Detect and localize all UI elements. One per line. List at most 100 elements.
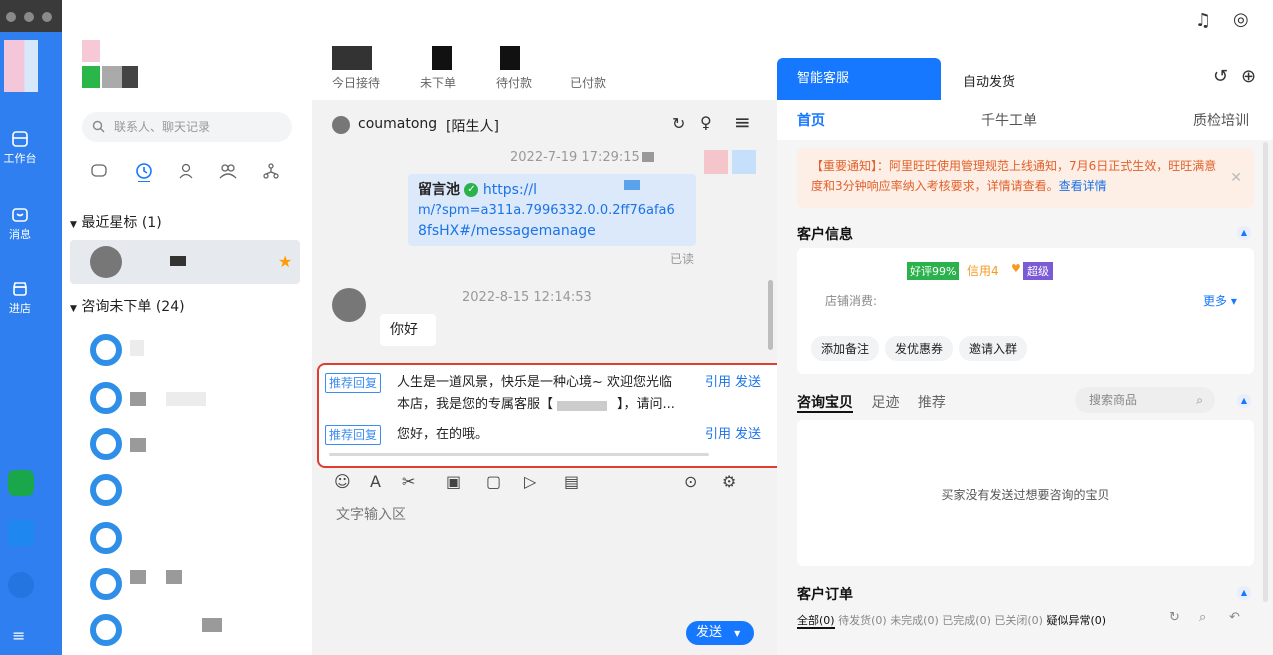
close-icon[interactable]: ✕	[1230, 168, 1242, 188]
collapse-icon[interactable]: ▲	[1237, 394, 1251, 408]
group-unordered[interactable]: ▼ 咨询未下单 (24)	[70, 296, 185, 316]
invite-group-button[interactable]: 邀请入群	[959, 336, 1028, 361]
caret-down-icon[interactable]: ▼	[734, 629, 740, 638]
contact-avatar-icon[interactable]	[90, 474, 122, 506]
store-icon	[12, 282, 28, 296]
message-link[interactable]: 8fsHX#/messagemanage	[418, 223, 596, 239]
order-filter[interactable]: 未完成(0)	[890, 614, 939, 627]
notice-link[interactable]: 查看详情	[1059, 179, 1107, 193]
redacted-name	[202, 618, 222, 632]
person-icon[interactable]	[178, 162, 196, 184]
tab-recommend[interactable]: 推荐	[918, 395, 946, 411]
collapse-icon[interactable]: ▲	[1237, 226, 1251, 240]
tab-smart-service[interactable]: 智能客服	[777, 58, 941, 100]
group-icon[interactable]	[218, 162, 238, 184]
contact-avatar-icon[interactable]	[90, 568, 122, 600]
subtab-qa-training[interactable]: 质检培训	[1193, 110, 1249, 130]
order-filter[interactable]: 已完成(0)	[942, 614, 991, 627]
message-link[interactable]: m/?spm=a311a.7996332.0.0.2ff76afa6	[418, 203, 675, 218]
settings-icon[interactable]: ◎	[1233, 9, 1249, 30]
shop-logo-block	[82, 66, 100, 88]
quote-button[interactable]: 引用	[705, 373, 731, 393]
search-icon[interactable]: ⌕	[1199, 610, 1206, 625]
tab-auto-delivery[interactable]: 自动发货	[963, 71, 1015, 90]
menu-icon[interactable]: ≡	[734, 110, 751, 134]
tab-consult-products[interactable]: 咨询宝贝	[797, 395, 853, 413]
contact-avatar-icon[interactable]	[90, 522, 122, 554]
message-link[interactable]: https://l	[483, 182, 537, 198]
rail-label: 进店	[9, 302, 31, 315]
message-input[interactable]: 文字输入区	[336, 504, 406, 524]
chat-scrollbar[interactable]	[768, 280, 773, 350]
subtab-home[interactable]: 首页	[797, 110, 825, 130]
redacted	[624, 180, 640, 190]
send-reply-button[interactable]: 发送	[735, 373, 761, 393]
video-icon[interactable]: ▷	[524, 472, 536, 491]
add-circle-icon[interactable]: ⊕	[1241, 66, 1256, 87]
chat-bubble-icon[interactable]	[90, 162, 108, 184]
redacted-avatar	[704, 150, 728, 174]
order-filter[interactable]: 已关闭(0)	[994, 614, 1043, 627]
user-avatar[interactable]	[4, 40, 38, 92]
collapse-icon[interactable]: ▲	[1237, 586, 1251, 600]
send-reply-button[interactable]: 发送	[735, 425, 761, 445]
rail-item-store[interactable]: 进店	[0, 280, 40, 316]
star-icon[interactable]: ★	[278, 252, 292, 271]
verified-icon: ✓	[464, 183, 479, 197]
refresh-icon[interactable]: ↺	[1213, 66, 1228, 87]
search-placeholder: 联系人、聊天记录	[114, 120, 211, 134]
contact-item-active[interactable]: ★	[70, 240, 300, 284]
history-icon[interactable]: ↻	[672, 114, 685, 133]
quote-button[interactable]: 引用	[705, 425, 731, 445]
order-filter[interactable]: 全部(0)	[797, 614, 835, 629]
product-search-input[interactable]: 搜索商品 ⌕	[1075, 387, 1215, 413]
image-icon[interactable]: ▣	[446, 472, 461, 491]
menu-icon[interactable]: ≡	[12, 626, 25, 645]
refresh-icon[interactable]: ↻	[1169, 610, 1180, 625]
customer-actions: 添加备注 发优惠券 邀请入群	[811, 336, 1033, 361]
font-icon[interactable]: A	[370, 472, 381, 491]
file-icon[interactable]: ▢	[486, 472, 501, 491]
order-filter[interactable]: 待发货(0)	[838, 614, 887, 627]
emoji-icon[interactable]: ☺	[334, 472, 351, 491]
close-window-button[interactable]	[6, 12, 16, 22]
contact-avatar-icon[interactable]	[90, 382, 122, 414]
contact-search-input[interactable]: 联系人、聊天记录	[82, 112, 292, 142]
customer-orders-title: 客户订单	[797, 587, 853, 603]
contact-avatar-icon[interactable]	[90, 334, 122, 366]
headset-icon[interactable]: ♫	[1195, 10, 1211, 31]
person-icon[interactable]: ♀	[700, 113, 712, 132]
clipboard-icon[interactable]: ▤	[564, 472, 579, 491]
add-note-button[interactable]: 添加备注	[811, 336, 880, 361]
compass-icon[interactable]	[8, 572, 34, 598]
rail-item-messages[interactable]: 消息	[0, 206, 40, 242]
history-icon[interactable]: ↶	[1229, 610, 1240, 625]
contact-avatar-icon[interactable]	[90, 428, 122, 460]
stat-awaiting-payment: 待付款	[496, 76, 533, 90]
recommended-reply[interactable]: 推荐回复 您好，在的哦。 引用 发送	[325, 425, 785, 447]
subtab-tickets[interactable]: 千牛工单	[981, 110, 1037, 130]
zoom-window-button[interactable]	[42, 12, 52, 22]
scissors-icon[interactable]: ✂	[402, 472, 415, 491]
heart-icon: ♥	[1011, 262, 1021, 275]
recommended-reply[interactable]: 推荐回复 人生是一道风景，快乐是一种心境~ 欢迎您光临 本店，我是您的专属客服【…	[325, 373, 785, 421]
settings-dropdown-icon[interactable]: ⚙	[722, 472, 736, 491]
tab-footprint[interactable]: 足迹	[871, 395, 899, 411]
org-tree-icon[interactable]	[262, 162, 280, 184]
rail-item-workbench[interactable]: 工作台	[0, 130, 40, 166]
reply-scrollbar[interactable]	[329, 453, 709, 456]
more-link[interactable]: 更多 ▾	[1203, 292, 1237, 309]
minimize-window-button[interactable]	[24, 12, 34, 22]
plugin-chart-icon[interactable]	[8, 520, 34, 546]
plugin-green-icon[interactable]	[8, 470, 34, 496]
order-filter[interactable]: 疑似异常(0)	[1046, 614, 1106, 627]
send-coupon-button[interactable]: 发优惠券	[885, 336, 954, 361]
right-scrollbar[interactable]	[1263, 142, 1268, 602]
contact-avatar-icon[interactable]	[90, 614, 122, 646]
send-button[interactable]: 发送 ▼	[686, 621, 754, 645]
group-starred[interactable]: ▼ 最近星标 (1)	[70, 212, 162, 232]
quick-phrase-icon[interactable]: ⊙	[684, 472, 697, 491]
order-filters: 全部(0) 待发货(0) 未完成(0) 已完成(0) 已关闭(0) 疑似异常(0…	[797, 612, 1106, 629]
customer-info-title: 客户信息	[797, 227, 853, 243]
clock-icon[interactable]	[134, 162, 154, 186]
